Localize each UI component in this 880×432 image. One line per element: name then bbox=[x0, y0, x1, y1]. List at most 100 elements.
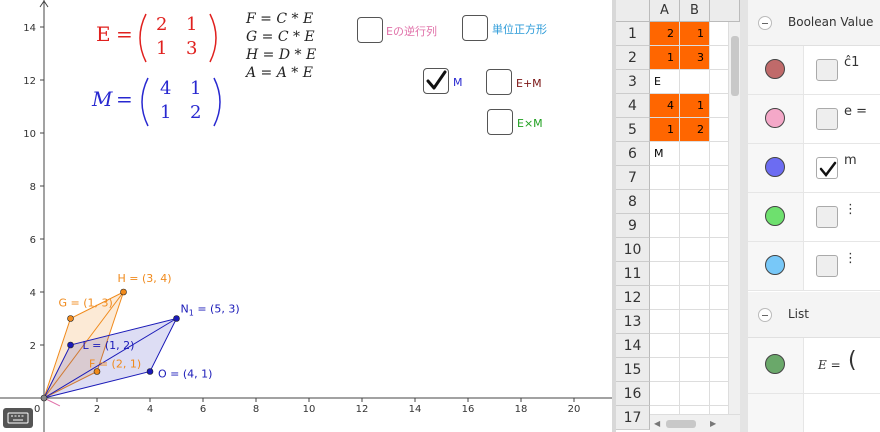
spreadsheet-corner[interactable] bbox=[616, 0, 650, 22]
item-menu-icon[interactable]: ⋮ bbox=[844, 252, 857, 265]
algebra-item[interactable]: e = bbox=[748, 95, 880, 144]
item-menu-icon[interactable]: ĉ1 bbox=[844, 56, 859, 69]
row-header[interactable]: 12 bbox=[616, 286, 650, 310]
vertical-scrollbar[interactable] bbox=[728, 22, 740, 414]
spreadsheet-cell[interactable] bbox=[680, 358, 710, 382]
spreadsheet-cell[interactable] bbox=[680, 190, 710, 214]
spreadsheet-cell[interactable] bbox=[650, 310, 680, 334]
boolean-checkbox[interactable] bbox=[816, 255, 838, 277]
spreadsheet-cell[interactable] bbox=[650, 382, 680, 406]
row-header[interactable]: 14 bbox=[616, 334, 650, 358]
column-header[interactable]: A bbox=[650, 0, 680, 22]
spreadsheet-cell[interactable] bbox=[650, 214, 680, 238]
spreadsheet-cell[interactable]: 1 bbox=[680, 94, 710, 118]
spreadsheet-cell[interactable]: 4 bbox=[650, 94, 680, 118]
visibility-toggle-icon[interactable] bbox=[765, 59, 785, 79]
algebra-section-title: Boolean Value bbox=[788, 15, 874, 29]
row-header[interactable]: 16 bbox=[616, 382, 650, 406]
algebra-item[interactable]: ⋮ bbox=[748, 193, 880, 242]
matrix-e: E = 2 1 1 3 bbox=[96, 10, 226, 66]
x-tick-label: 20 bbox=[568, 404, 581, 415]
spreadsheet-cell[interactable] bbox=[650, 166, 680, 190]
spreadsheet-cell[interactable] bbox=[680, 166, 710, 190]
spreadsheet-view[interactable]: A B 1 2 1 2 1 3 3 E 4 4 1 5 1 2 6 M 7 8 9 10 11 12 13 14 15 16 17 ◀ ▶ bbox=[616, 0, 740, 432]
column-header[interactable] bbox=[710, 0, 740, 22]
scroll-right-icon[interactable]: ▶ bbox=[710, 419, 716, 428]
spreadsheet-cell[interactable] bbox=[680, 382, 710, 406]
keyboard-button[interactable] bbox=[3, 408, 33, 428]
spreadsheet-cell[interactable] bbox=[680, 70, 710, 94]
algebra-section-header[interactable]: List bbox=[748, 292, 880, 338]
boolean-checkbox[interactable] bbox=[816, 206, 838, 228]
spreadsheet-cell[interactable]: E bbox=[650, 70, 680, 94]
row-header[interactable]: 11 bbox=[616, 262, 650, 286]
algebra-section-header[interactable]: Boolean Value bbox=[748, 0, 880, 46]
spreadsheet-cell[interactable]: 2 bbox=[680, 118, 710, 142]
spreadsheet-cell[interactable] bbox=[650, 190, 680, 214]
scroll-left-icon[interactable]: ◀ bbox=[654, 419, 660, 428]
spreadsheet-cell[interactable]: 1 bbox=[650, 46, 680, 70]
algebra-item[interactable]: ĉ1 bbox=[748, 46, 880, 95]
spreadsheet-cell[interactable] bbox=[680, 142, 710, 166]
boolean-checkbox[interactable] bbox=[816, 157, 838, 179]
collapse-icon[interactable] bbox=[758, 16, 772, 30]
row-header[interactable]: 17 bbox=[616, 406, 650, 430]
horizontal-scrollbar[interactable]: ◀ ▶ bbox=[650, 414, 740, 432]
spreadsheet-cell[interactable] bbox=[680, 310, 710, 334]
item-menu-icon[interactable]: m bbox=[844, 154, 857, 167]
checkbox-e-inverse[interactable] bbox=[357, 17, 383, 43]
row-header[interactable]: 15 bbox=[616, 358, 650, 382]
row-header[interactable]: 5 bbox=[616, 118, 650, 142]
row-header[interactable]: 3 bbox=[616, 70, 650, 94]
row-header[interactable]: 2 bbox=[616, 46, 650, 70]
spreadsheet-cell[interactable]: 2 bbox=[650, 22, 680, 46]
equation-g: G = C * E bbox=[246, 29, 315, 45]
checkbox-unit-square[interactable] bbox=[462, 15, 488, 41]
algebra-view[interactable]: Boolean Value ĉ1 e = m ⋮ ⋮ List E = ( bbox=[748, 0, 880, 432]
row-header[interactable]: 7 bbox=[616, 166, 650, 190]
algebra-item[interactable]: m bbox=[748, 144, 880, 193]
spreadsheet-cell[interactable] bbox=[650, 262, 680, 286]
column-header[interactable]: B bbox=[680, 0, 710, 22]
checkbox-e-plus-m[interactable] bbox=[486, 69, 512, 95]
row-header[interactable]: 6 bbox=[616, 142, 650, 166]
visibility-toggle-icon[interactable] bbox=[765, 108, 785, 128]
checkbox-m[interactable] bbox=[423, 68, 449, 94]
spreadsheet-cell[interactable] bbox=[650, 238, 680, 262]
collapse-icon[interactable] bbox=[758, 308, 772, 322]
visibility-toggle-icon[interactable] bbox=[765, 157, 785, 177]
algebra-item[interactable] bbox=[748, 394, 880, 432]
spreadsheet-cell[interactable]: 1 bbox=[650, 118, 680, 142]
algebra-item[interactable]: E = ( bbox=[748, 338, 880, 394]
view-divider[interactable] bbox=[740, 0, 748, 432]
row-header[interactable]: 8 bbox=[616, 190, 650, 214]
row-header[interactable]: 13 bbox=[616, 310, 650, 334]
spreadsheet-cell[interactable] bbox=[680, 214, 710, 238]
row-header[interactable]: 9 bbox=[616, 214, 650, 238]
row-header[interactable]: 1 bbox=[616, 22, 650, 46]
visibility-toggle-icon[interactable] bbox=[765, 206, 785, 226]
visibility-toggle-icon[interactable] bbox=[765, 354, 785, 374]
spreadsheet-cell[interactable] bbox=[680, 334, 710, 358]
spreadsheet-cell[interactable]: M bbox=[650, 142, 680, 166]
boolean-checkbox[interactable] bbox=[816, 108, 838, 130]
spreadsheet-cell[interactable] bbox=[650, 286, 680, 310]
scrollbar-thumb[interactable] bbox=[666, 420, 696, 428]
checkbox-e-times-m[interactable] bbox=[487, 109, 513, 135]
spreadsheet-cell[interactable] bbox=[680, 238, 710, 262]
scrollbar-thumb[interactable] bbox=[731, 36, 739, 96]
spreadsheet-cell[interactable] bbox=[680, 262, 710, 286]
boolean-checkbox[interactable] bbox=[816, 59, 838, 81]
spreadsheet-cell[interactable] bbox=[680, 286, 710, 310]
spreadsheet-cell[interactable]: 3 bbox=[680, 46, 710, 70]
algebra-item[interactable]: ⋮ bbox=[748, 242, 880, 291]
row-header[interactable]: 10 bbox=[616, 238, 650, 262]
item-menu-icon[interactable]: ⋮ bbox=[844, 203, 857, 216]
visibility-toggle-icon[interactable] bbox=[765, 255, 785, 275]
item-menu-icon[interactable]: e = bbox=[844, 105, 867, 118]
graphics-view[interactable]: 2 4 6 8 10 12 14 16 18 20 2 4 6 8 10 12 14 0 H = (3, 4) G =… bbox=[0, 0, 612, 432]
spreadsheet-cell[interactable] bbox=[650, 334, 680, 358]
spreadsheet-cell[interactable] bbox=[650, 358, 680, 382]
row-header[interactable]: 4 bbox=[616, 94, 650, 118]
spreadsheet-cell[interactable]: 1 bbox=[680, 22, 710, 46]
